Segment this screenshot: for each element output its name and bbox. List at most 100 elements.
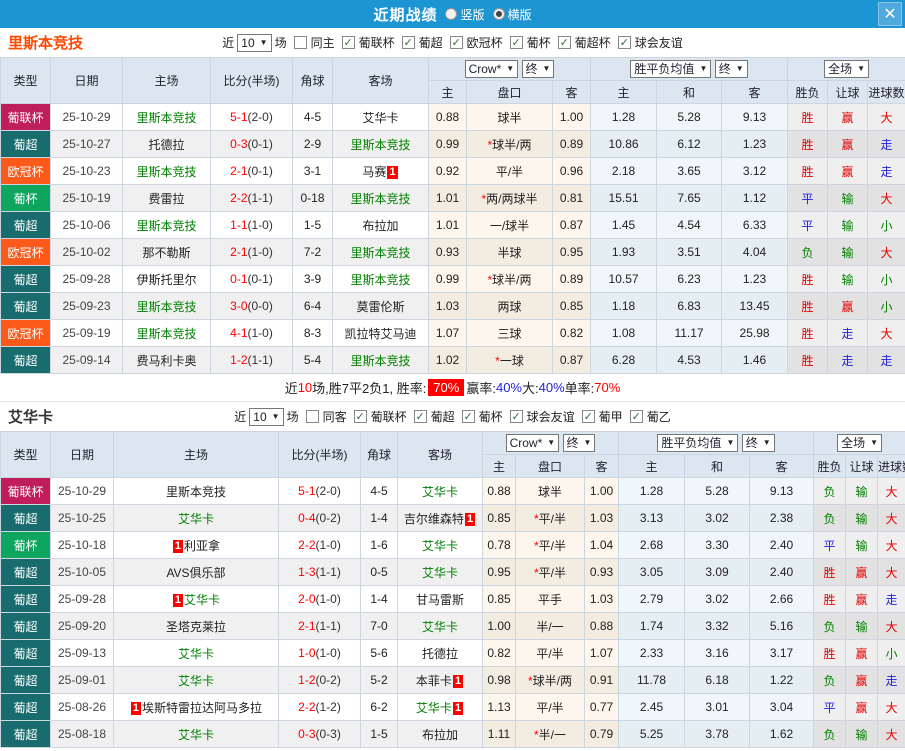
result-goals: 走 [867, 130, 905, 158]
avg-final-select[interactable]: 终 ▼ [714, 60, 748, 78]
away-team-cell: 吉尔维森特 1 [397, 504, 483, 532]
corner-score: 2-9 [292, 130, 333, 158]
odds-away: 0.95 [551, 238, 592, 266]
result-handicap: 走 [827, 346, 869, 374]
team-link: 里斯本竞技 [350, 191, 411, 206]
avg-away: 6.33 [721, 211, 789, 239]
table-row: 葡超 25-08-18 艾华卡 0-3(0-3) 1-5 布拉加 1.11 *半/一 0.79 5… [0, 720, 905, 748]
avg-draw: 4.53 [656, 346, 723, 374]
corner-score: 3-9 [292, 265, 333, 293]
match-date: 25-10-23 [50, 157, 123, 185]
full-score: 2-2 [298, 538, 316, 552]
layout-radio-vertical[interactable]: 竖版 [445, 6, 485, 23]
league-checkbox-checked[interactable]: ✓ [353, 410, 367, 423]
home-team-cell: 里斯本竞技 [122, 319, 211, 347]
avg-draw: 4.54 [656, 211, 723, 239]
result-wdl: 胜 [813, 585, 847, 613]
league-label: 欧冠杯 [466, 36, 503, 50]
team-link: 莫雷伦斯 [356, 299, 405, 314]
result-wdl: 平 [787, 184, 829, 212]
team-link: 里斯本竞技 [136, 164, 197, 179]
scope-select[interactable]: 全场 ▼ [837, 434, 882, 452]
league-checkbox-checked[interactable]: ✓ [509, 410, 523, 423]
full-score: 1-2 [230, 353, 248, 367]
odds-handicap: 半/一 [515, 612, 585, 640]
league-checkbox-checked[interactable]: ✓ [401, 36, 415, 49]
match-date: 25-08-18 [50, 720, 114, 748]
home-team-cell: 里斯本竞技 [122, 211, 211, 239]
odds-home: 1.13 [482, 693, 516, 721]
league-checkbox-checked[interactable]: ✓ [461, 410, 475, 423]
match-date: 25-10-29 [50, 477, 114, 505]
home-team-cell: AVS俱乐部 [113, 558, 279, 586]
table-row: 葡联杯 25-10-29 里斯本竞技 5-1(2-0) 4-5 艾华卡 0.88 球半 1.00… [0, 477, 905, 505]
corner-score: 1-4 [360, 504, 398, 532]
result-wdl: 胜 [813, 639, 847, 667]
odds-handicap: 平/半 [466, 157, 553, 185]
table-row: 葡超 25-09-23 里斯本竞技 3-0(0-0) 6-4 莫雷伦斯 1.03 两球 0.85… [0, 292, 905, 320]
avg-final-select[interactable]: 终 ▼ [741, 434, 775, 452]
same-venue-checkbox-unchecked[interactable]: ✓ [293, 36, 307, 49]
odds-handicap: 一/球半 [466, 211, 553, 239]
scope-select-value: 全场 [828, 62, 853, 76]
league-checkbox-checked[interactable]: ✓ [581, 410, 595, 423]
result-handicap: 输 [845, 477, 879, 505]
same-venue-checkbox-unchecked[interactable]: ✓ [305, 410, 319, 423]
odds-away: 1.07 [583, 639, 620, 667]
bookmaker-select[interactable]: Crow* ▼ [505, 434, 560, 452]
handicap-text: 球半/两 [532, 673, 572, 688]
match-type-cell: 欧冠杯 [0, 319, 51, 347]
team-link: 里斯本竞技 [165, 484, 226, 499]
games-count-select[interactable]: 10 ▼ [237, 33, 272, 52]
avg-home: 15.51 [590, 184, 658, 212]
competition-badge: 葡超 [1, 293, 50, 319]
avg-type-select[interactable]: 胜平负均值 ▼ [657, 434, 739, 452]
avg-home: 3.05 [618, 558, 686, 586]
competition-badge: 葡联杯 [1, 104, 50, 130]
league-checkbox-checked[interactable]: ✓ [449, 36, 463, 49]
avg-home: 6.28 [590, 346, 658, 374]
avg-type-select[interactable]: 胜平负均值 ▼ [630, 60, 712, 78]
team-link: 艾华卡 [421, 565, 458, 580]
bookmaker-select[interactable]: Crow* ▼ [464, 60, 519, 78]
league-checkbox-checked[interactable]: ✓ [629, 410, 643, 423]
handicap-text: 平/半 [536, 646, 564, 661]
layout-radio-horizontal[interactable]: 横版 [492, 6, 532, 23]
away-team-cell: 艾华卡 [397, 477, 483, 505]
league-checkbox-checked[interactable]: ✓ [557, 36, 571, 49]
close-button[interactable]: ✕ [878, 2, 902, 26]
result-goals: 走 [877, 585, 905, 613]
odds-final-select[interactable]: 终 ▼ [562, 434, 596, 452]
odds-handicap: *球半/两 [515, 666, 585, 694]
odds-handicap: 球半 [466, 103, 553, 131]
games-count-select[interactable]: 10 ▼ [249, 407, 284, 426]
score-cell: 2-1(1-0) [210, 238, 293, 266]
league-checkbox-checked[interactable]: ✓ [617, 36, 631, 49]
odds-home: 0.95 [482, 558, 516, 586]
match-date: 25-10-18 [50, 531, 114, 559]
team-link: 艾华卡 [415, 700, 452, 715]
league-checkbox-checked[interactable]: ✓ [413, 410, 427, 423]
page-title: 近期战绩 [373, 6, 438, 24]
corner-score: 1-5 [360, 720, 398, 748]
competition-badge: 葡超 [1, 586, 50, 612]
full-score: 2-1 [298, 619, 316, 633]
league-checkbox-checked[interactable]: ✓ [341, 36, 355, 49]
scope-select[interactable]: 全场 ▼ [824, 60, 869, 78]
score-cell: 1-0(1-0) [278, 639, 361, 667]
result-wdl: 负 [813, 720, 847, 748]
away-team-cell: 艾华卡 [397, 558, 483, 586]
half-score: (1-1) [315, 619, 341, 633]
red-number-badge: 1 [130, 701, 142, 715]
odds-away: 0.87 [551, 211, 592, 239]
competition-badge: 葡超 [1, 613, 50, 639]
radio-label: 横版 [507, 7, 532, 22]
red-number-badge: 1 [452, 701, 464, 715]
result-handicap: 赢 [827, 292, 869, 320]
league-checkbox-checked[interactable]: ✓ [509, 36, 523, 49]
corner-score: 6-2 [360, 693, 398, 721]
odds-final-select[interactable]: 终 ▼ [521, 60, 555, 78]
handicap-text: 一/球半 [489, 218, 530, 233]
score-cell: 4-1(1-0) [210, 319, 293, 347]
match-type-cell: 葡超 [0, 130, 51, 158]
